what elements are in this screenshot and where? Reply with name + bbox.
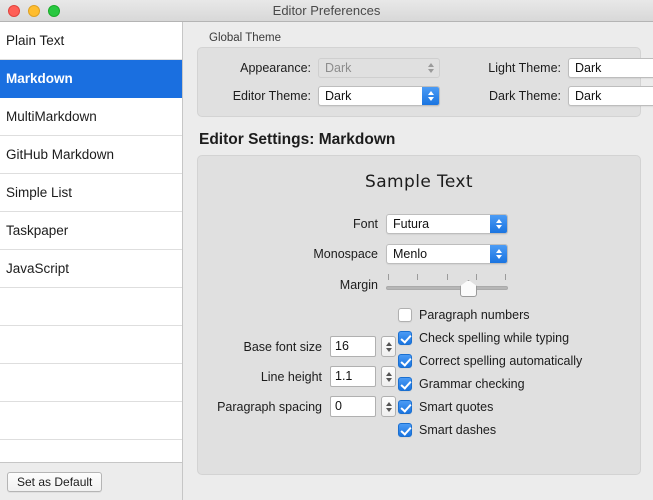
close-button[interactable] bbox=[8, 4, 20, 17]
editor-theme-label: Editor Theme: bbox=[232, 89, 311, 103]
grammar-checking-checkbox[interactable] bbox=[398, 377, 412, 391]
appearance-select[interactable]: Dark bbox=[318, 58, 440, 78]
smart-dashes-checkbox[interactable] bbox=[398, 423, 412, 437]
traffic-lights bbox=[0, 4, 60, 17]
content-pane: Global Theme Appearance: Dark Light Them… bbox=[183, 22, 653, 500]
check-spelling-checkbox[interactable] bbox=[398, 331, 412, 345]
appearance-label: Appearance: bbox=[240, 61, 311, 75]
editor-settings-group: Sample Text Font Futura Monospace Menlo bbox=[197, 155, 641, 475]
slider-handle[interactable] bbox=[460, 280, 477, 297]
sidebar-item-empty[interactable] bbox=[0, 364, 182, 402]
paragraph-spacing-input[interactable]: 0 bbox=[330, 396, 376, 417]
sidebar-item-taskpaper[interactable]: Taskpaper bbox=[0, 212, 182, 250]
sidebar-item-empty[interactable] bbox=[0, 402, 182, 440]
sidebar: Plain Text Markdown MultiMarkdown GitHub… bbox=[0, 22, 183, 500]
title-bar: Editor Preferences bbox=[0, 0, 653, 22]
checkbox-row-smart-quotes[interactable]: Smart quotes bbox=[398, 400, 582, 414]
line-height-input[interactable]: 1.1 bbox=[330, 366, 376, 387]
font-label: Font bbox=[352, 217, 378, 231]
checkbox-row-smart-dashes[interactable]: Smart dashes bbox=[398, 423, 582, 437]
sample-text-preview: Sample Text bbox=[365, 172, 473, 192]
sidebar-item-empty[interactable] bbox=[0, 288, 182, 326]
base-font-size-label: Base font size bbox=[243, 339, 322, 354]
sidebar-list: Plain Text Markdown MultiMarkdown GitHub… bbox=[0, 22, 182, 462]
checkbox-row-grammar-checking[interactable]: Grammar checking bbox=[398, 377, 582, 391]
light-theme-select[interactable]: Dark bbox=[568, 58, 653, 78]
correct-spelling-label: Correct spelling automatically bbox=[419, 354, 583, 368]
checkbox-column: Paragraph numbers Check spelling while t… bbox=[398, 308, 582, 446]
sidebar-item-multimarkdown[interactable]: MultiMarkdown bbox=[0, 98, 182, 136]
light-theme-value: Dark bbox=[575, 61, 602, 75]
font-select[interactable]: Futura bbox=[386, 214, 508, 234]
base-font-size-row: Base font size 16 bbox=[212, 336, 396, 357]
line-height-row: Line height 1.1 bbox=[212, 366, 396, 387]
sidebar-item-markdown[interactable]: Markdown bbox=[0, 60, 182, 98]
paragraph-spacing-stepper[interactable] bbox=[381, 396, 396, 417]
light-theme-label: Light Theme: bbox=[488, 61, 561, 75]
monospace-value: Menlo bbox=[393, 247, 428, 261]
monospace-row: Monospace Menlo bbox=[198, 244, 640, 264]
checkbox-row-check-spelling[interactable]: Check spelling while typing bbox=[398, 331, 582, 345]
preferences-window: Editor Preferences Plain Text Markdown M… bbox=[0, 0, 653, 500]
line-height-label: Line height bbox=[260, 369, 322, 384]
sidebar-footer: Set as Default bbox=[0, 462, 182, 500]
sidebar-item-simple-list[interactable]: Simple List bbox=[0, 174, 182, 212]
sidebar-item-empty[interactable] bbox=[0, 326, 182, 364]
chevron-updown-icon bbox=[490, 215, 507, 233]
base-font-size-stepper[interactable] bbox=[381, 336, 396, 357]
chevron-updown-icon bbox=[422, 59, 439, 77]
appearance-value: Dark bbox=[325, 61, 352, 75]
sidebar-item-plain-text[interactable]: Plain Text bbox=[0, 22, 182, 60]
global-theme-label: Global Theme bbox=[209, 32, 282, 44]
editor-settings-title: Editor Settings: Markdown bbox=[199, 131, 396, 148]
paragraph-spacing-label: Paragraph spacing bbox=[217, 399, 322, 414]
monospace-select[interactable]: Menlo bbox=[386, 244, 508, 264]
dark-theme-value: Dark bbox=[575, 89, 602, 103]
checkbox-row-paragraph-numbers[interactable]: Paragraph numbers bbox=[398, 308, 582, 322]
correct-spelling-checkbox[interactable] bbox=[398, 354, 412, 368]
editor-theme-select[interactable]: Dark bbox=[318, 86, 440, 106]
editor-theme-value: Dark bbox=[325, 89, 352, 103]
dark-theme-label: Dark Theme: bbox=[488, 89, 561, 103]
window-body: Plain Text Markdown MultiMarkdown GitHub… bbox=[0, 22, 653, 500]
minimize-button[interactable] bbox=[28, 4, 40, 17]
monospace-label: Monospace bbox=[313, 247, 378, 261]
numeric-field-column: Base font size 16 Line height 1.1 Paragr… bbox=[212, 336, 396, 426]
checkbox-row-correct-spelling[interactable]: Correct spelling automatically bbox=[398, 354, 582, 368]
margin-slider[interactable] bbox=[386, 274, 508, 297]
smart-dashes-label: Smart dashes bbox=[419, 423, 497, 437]
window-title: Editor Preferences bbox=[272, 2, 381, 18]
sidebar-item-github-markdown[interactable]: GitHub Markdown bbox=[0, 136, 182, 174]
set-as-default-button[interactable]: Set as Default bbox=[7, 471, 103, 492]
smart-quotes-checkbox[interactable] bbox=[398, 400, 412, 414]
slider-track[interactable] bbox=[386, 286, 508, 290]
global-theme-group: Appearance: Dark Light Theme: Dark Edito… bbox=[197, 47, 653, 117]
line-height-stepper[interactable] bbox=[381, 366, 396, 387]
font-value: Futura bbox=[393, 217, 430, 231]
dark-theme-select[interactable]: Dark bbox=[568, 86, 653, 106]
paragraph-spacing-row: Paragraph spacing 0 bbox=[212, 396, 396, 417]
paragraph-numbers-label: Paragraph numbers bbox=[419, 308, 530, 322]
base-font-size-input[interactable]: 16 bbox=[330, 336, 376, 357]
margin-label: Margin bbox=[339, 278, 378, 292]
paragraph-numbers-checkbox[interactable] bbox=[398, 308, 412, 322]
font-row: Font Futura bbox=[198, 214, 640, 234]
grammar-checking-label: Grammar checking bbox=[419, 377, 525, 391]
global-theme-grid: Appearance: Dark Light Theme: Dark Edito… bbox=[210, 58, 653, 106]
margin-row: Margin bbox=[198, 274, 640, 297]
check-spelling-label: Check spelling while typing bbox=[419, 331, 570, 345]
chevron-updown-icon bbox=[422, 87, 439, 105]
chevron-updown-icon bbox=[490, 245, 507, 263]
maximize-button[interactable] bbox=[48, 4, 60, 17]
smart-quotes-label: Smart quotes bbox=[419, 400, 494, 414]
sidebar-item-javascript[interactable]: JavaScript bbox=[0, 250, 182, 288]
slider-ticks bbox=[388, 274, 506, 281]
